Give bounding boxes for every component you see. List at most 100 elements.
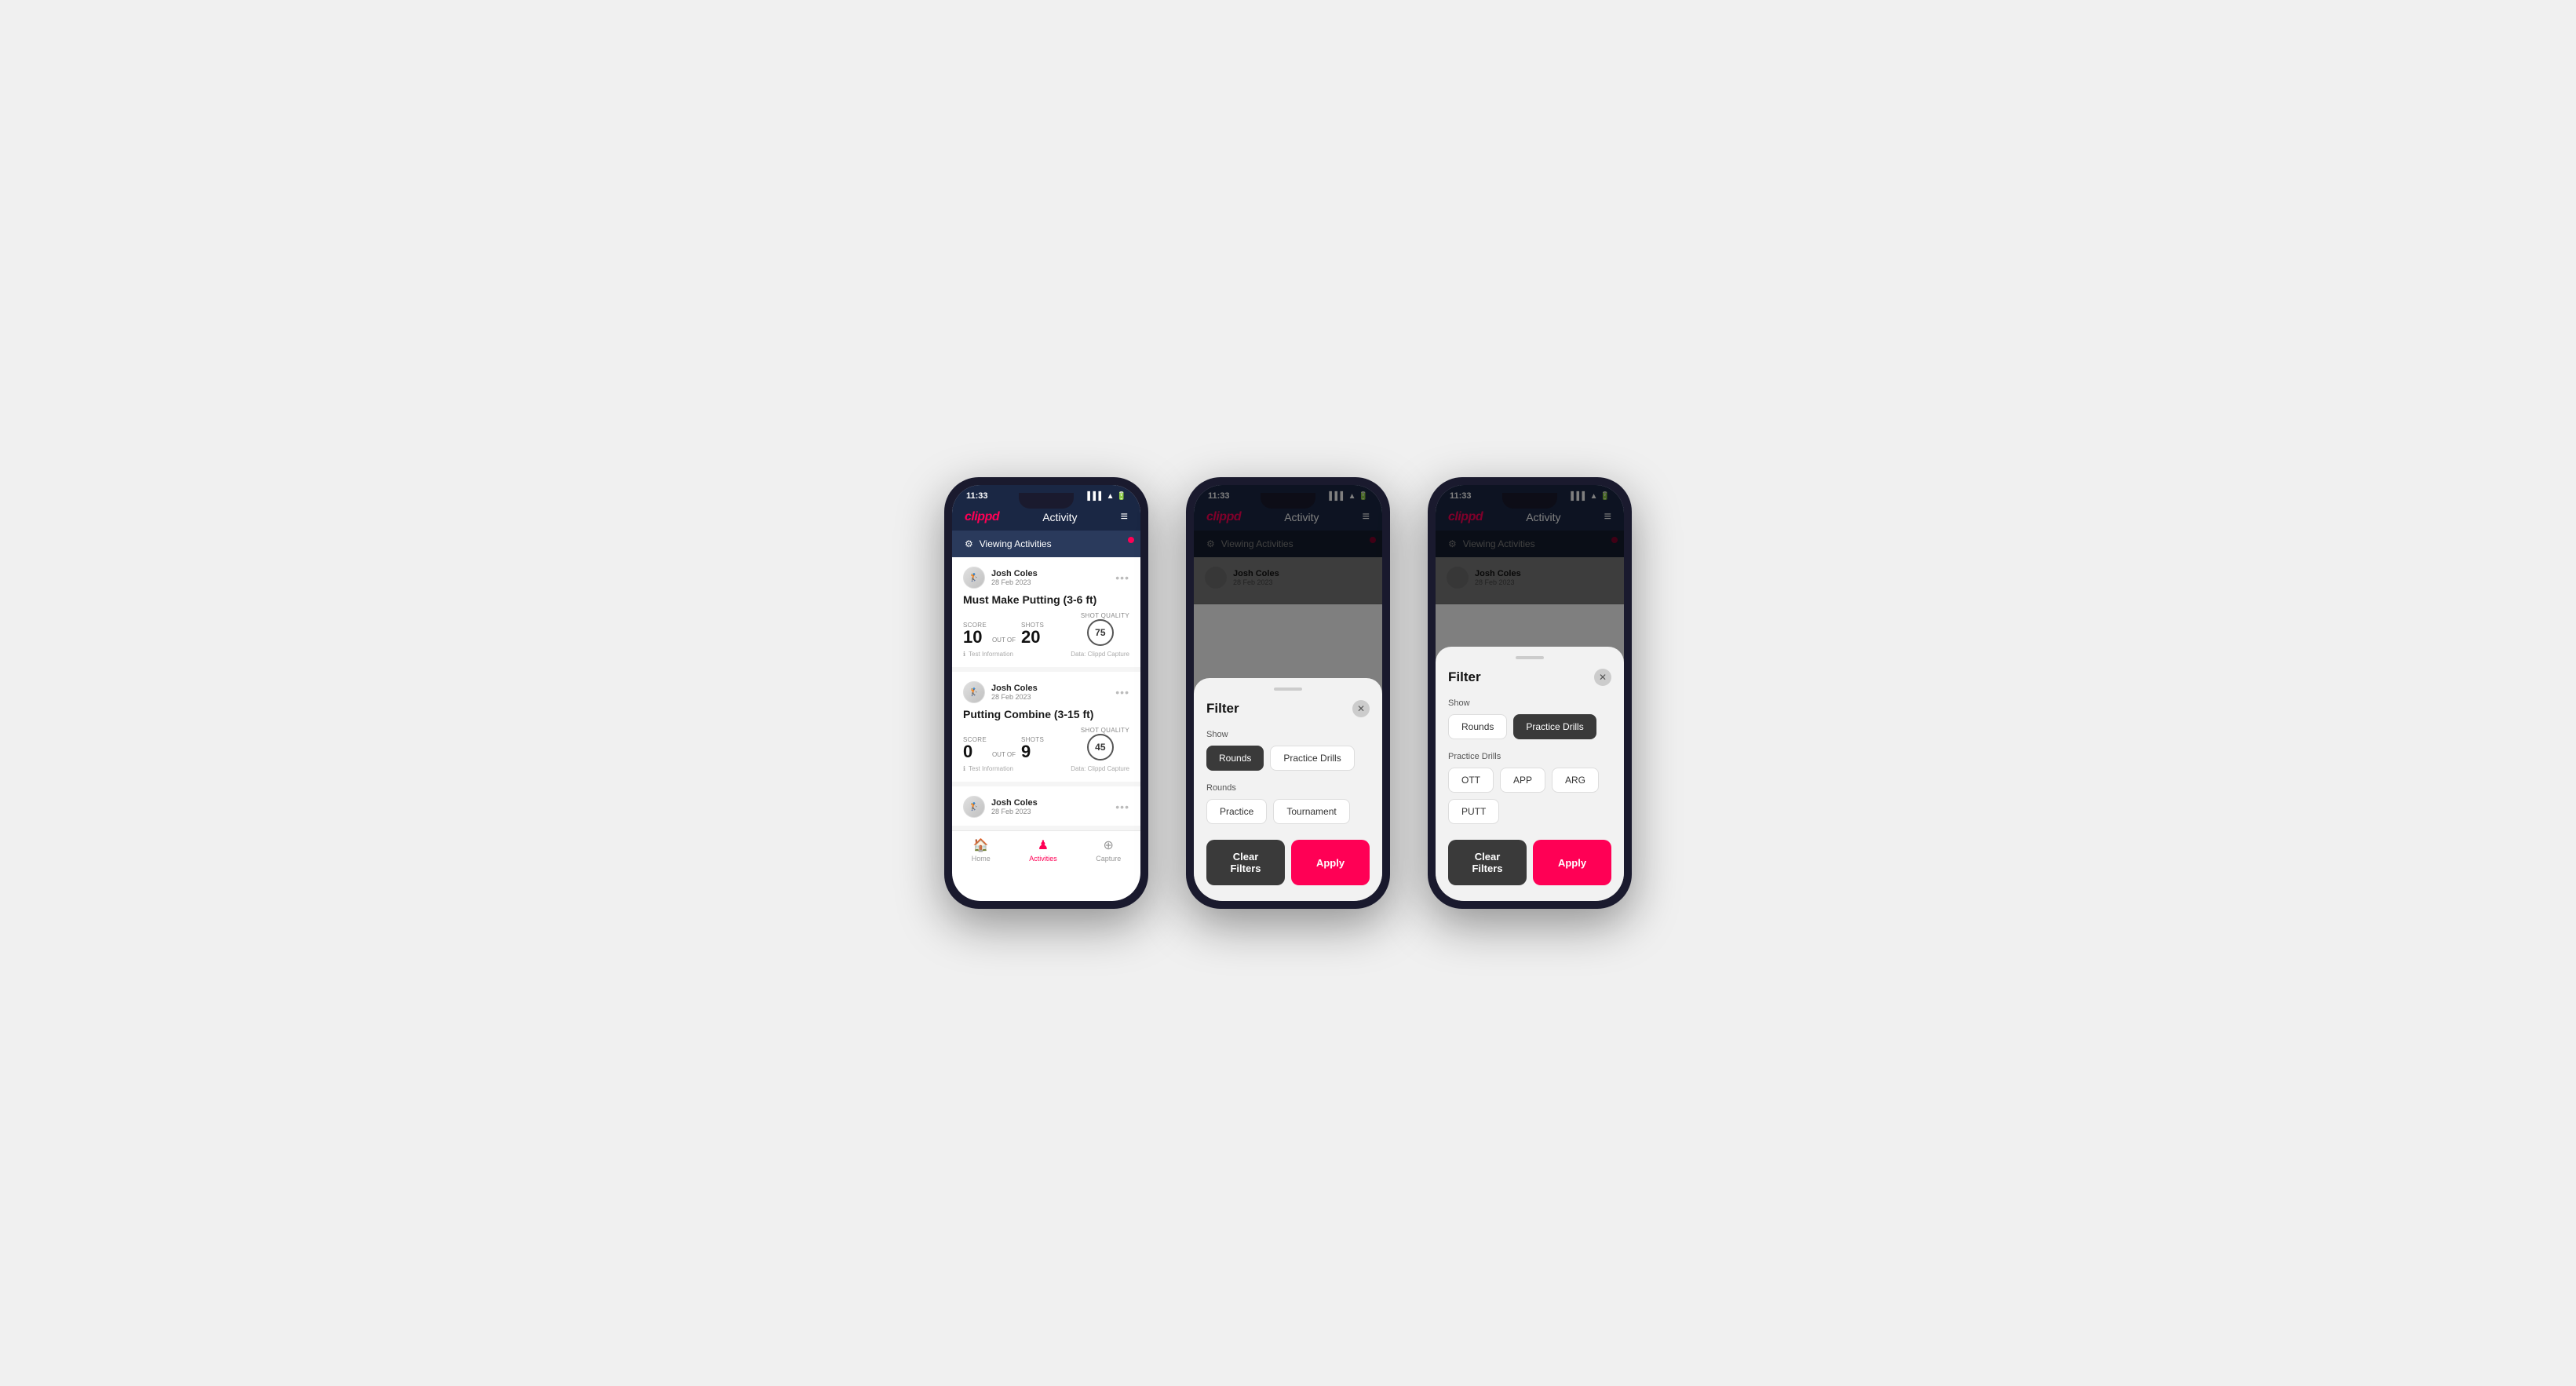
card-header-2: 🏌️ Josh Coles 28 Feb 2023 ••• <box>963 681 1129 703</box>
data-source-2: Data: Clippd Capture <box>1071 765 1129 772</box>
dots-menu-2[interactable]: ••• <box>1115 686 1129 698</box>
out-of-1: OUT OF <box>992 636 1016 644</box>
tab-home-label-1: Home <box>972 855 991 863</box>
user-date-3: 28 Feb 2023 <box>991 808 1038 815</box>
filter-overlay-3: Filter ✕ Show Rounds Practice Drills Pra… <box>1436 485 1624 901</box>
user-name-1: Josh Coles <box>991 569 1038 578</box>
card-footer-1: ℹ Test Information Data: Clippd Capture <box>963 651 1129 658</box>
phone-3-screen: 11:33 ▌▌▌ ▲ 🔋 clippd Activity ≡ ⚙ Viewin… <box>1436 485 1624 901</box>
user-text-1: Josh Coles 28 Feb 2023 <box>991 569 1038 586</box>
tab-bar-1: 🏠 Home ♟ Activities ⊕ Capture <box>952 830 1140 872</box>
score-value-1: 10 <box>963 629 987 646</box>
shots-block-1: Shots 20 <box>1021 622 1044 646</box>
shot-quality-label-1: Shot Quality <box>1081 612 1129 619</box>
drills-options-3: OTT APP ARG PUTT <box>1448 768 1611 824</box>
sheet-header-2: Filter ✕ <box>1206 700 1370 717</box>
nav-title-1: Activity <box>1042 511 1077 523</box>
user-text-2: Josh Coles 28 Feb 2023 <box>991 684 1038 701</box>
shots-value-2: 9 <box>1021 743 1044 760</box>
phone-1: 11:33 ▌▌▌ ▲ 🔋 clippd Activity ≡ ⚙ Viewin… <box>944 477 1148 909</box>
tab-activities-1[interactable]: ♟ Activities <box>1029 837 1057 863</box>
tab-activities-label-1: Activities <box>1029 855 1057 863</box>
avatar-flag-1: 🏌️ <box>969 574 979 582</box>
show-options-2: Rounds Practice Drills <box>1206 746 1370 771</box>
notch-1 <box>1019 493 1074 509</box>
dots-menu-1[interactable]: ••• <box>1115 571 1129 584</box>
close-button-3[interactable]: ✕ <box>1594 669 1611 686</box>
tab-home-1[interactable]: 🏠 Home <box>972 837 991 863</box>
battery-icon: 🔋 <box>1117 492 1126 501</box>
close-button-2[interactable]: ✕ <box>1352 700 1370 717</box>
avatar-flag-3: 🏌️ <box>969 803 979 812</box>
shot-quality-block-2: Shot Quality 45 <box>1081 727 1129 760</box>
filter-title-3: Filter <box>1448 669 1481 685</box>
avatar-3: 🏌️ <box>963 796 985 818</box>
practice-round-btn-2[interactable]: Practice <box>1206 799 1267 824</box>
card-footer-left-2: ℹ Test Information <box>963 765 1013 772</box>
score-block-2: Score 0 <box>963 736 987 760</box>
ott-btn-3[interactable]: OTT <box>1448 768 1494 793</box>
practice-drills-btn-3[interactable]: Practice Drills <box>1513 714 1596 739</box>
activity-card-1[interactable]: 🏌️ Josh Coles 28 Feb 2023 ••• Must Make … <box>952 557 1140 667</box>
info-text-2: Test Information <box>969 765 1013 772</box>
status-bar-1: 11:33 ▌▌▌ ▲ 🔋 <box>952 485 1140 504</box>
signal-icon: ▌▌▌ <box>1087 492 1104 501</box>
user-info-3: 🏌️ Josh Coles 28 Feb 2023 <box>963 796 1038 818</box>
sheet-handle-2 <box>1274 688 1302 691</box>
tab-capture-1[interactable]: ⊕ Capture <box>1096 837 1121 863</box>
info-text-1: Test Information <box>969 651 1013 658</box>
card-header-1: 🏌️ Josh Coles 28 Feb 2023 ••• <box>963 567 1129 589</box>
clear-filters-btn-2[interactable]: Clear Filters <box>1206 840 1285 885</box>
viewing-label-1: Viewing Activities <box>980 538 1052 549</box>
user-name-2: Josh Coles <box>991 684 1038 693</box>
shots-value-1: 20 <box>1021 629 1044 646</box>
shot-quality-block-1: Shot Quality 75 <box>1081 612 1129 646</box>
tournament-btn-2[interactable]: Tournament <box>1273 799 1349 824</box>
activity-title-2: Putting Combine (3-15 ft) <box>963 708 1129 720</box>
user-text-3: Josh Coles 28 Feb 2023 <box>991 798 1038 815</box>
viewing-banner-1[interactable]: ⚙ Viewing Activities <box>952 531 1140 557</box>
show-options-3: Rounds Practice Drills <box>1448 714 1611 739</box>
stats-row-1: Score 10 OUT OF Shots 20 Shot Quality 75 <box>963 612 1129 646</box>
activities-icon-1: ♟ <box>1038 837 1049 853</box>
shots-block-2: Shots 9 <box>1021 736 1044 760</box>
wifi-icon: ▲ <box>1107 492 1115 501</box>
user-name-3: Josh Coles <box>991 798 1038 808</box>
apply-btn-2[interactable]: Apply <box>1291 840 1370 885</box>
putt-btn-3[interactable]: PUTT <box>1448 799 1499 824</box>
avatar-2: 🏌️ <box>963 681 985 703</box>
data-source-1: Data: Clippd Capture <box>1071 651 1129 658</box>
activity-card-3[interactable]: 🏌️ Josh Coles 28 Feb 2023 ••• <box>952 786 1140 826</box>
card-header-3: 🏌️ Josh Coles 28 Feb 2023 ••• <box>963 796 1129 818</box>
apply-btn-3[interactable]: Apply <box>1533 840 1611 885</box>
rounds-btn-2[interactable]: Rounds <box>1206 746 1264 771</box>
filter-icon-1: ⚙ <box>965 538 973 549</box>
app-btn-3[interactable]: APP <box>1500 768 1545 793</box>
drills-label-3: Practice Drills <box>1448 752 1611 761</box>
activity-card-2[interactable]: 🏌️ Josh Coles 28 Feb 2023 ••• Putting Co… <box>952 672 1140 782</box>
status-time-1: 11:33 <box>966 491 988 501</box>
phone-1-screen: 11:33 ▌▌▌ ▲ 🔋 clippd Activity ≡ ⚙ Viewin… <box>952 485 1140 901</box>
stats-row-2: Score 0 OUT OF Shots 9 Shot Quality 45 <box>963 727 1129 760</box>
clear-filters-btn-3[interactable]: Clear Filters <box>1448 840 1527 885</box>
tab-capture-label-1: Capture <box>1096 855 1121 863</box>
score-value-2: 0 <box>963 743 987 760</box>
arg-btn-3[interactable]: ARG <box>1552 768 1599 793</box>
user-date-1: 28 Feb 2023 <box>991 578 1038 586</box>
rounds-btn-3[interactable]: Rounds <box>1448 714 1507 739</box>
scene: 11:33 ▌▌▌ ▲ 🔋 clippd Activity ≡ ⚙ Viewin… <box>897 430 1679 956</box>
filter-sheet-2: Filter ✕ Show Rounds Practice Drills Rou… <box>1194 678 1382 901</box>
show-label-2: Show <box>1206 730 1370 739</box>
sheet-footer-2: Clear Filters Apply <box>1206 840 1370 885</box>
status-icons-1: ▌▌▌ ▲ 🔋 <box>1087 492 1126 501</box>
info-icon-2: ℹ <box>963 765 965 772</box>
sheet-handle-3 <box>1516 656 1544 659</box>
practice-drills-btn-2[interactable]: Practice Drills <box>1270 746 1354 771</box>
banner-dot-1 <box>1128 537 1134 543</box>
menu-icon-1[interactable]: ≡ <box>1121 511 1128 523</box>
activity-title-1: Must Make Putting (3-6 ft) <box>963 593 1129 606</box>
info-icon-1: ℹ <box>963 651 965 658</box>
dots-menu-3[interactable]: ••• <box>1115 801 1129 813</box>
sheet-header-3: Filter ✕ <box>1448 669 1611 686</box>
phone-3: 11:33 ▌▌▌ ▲ 🔋 clippd Activity ≡ ⚙ Viewin… <box>1428 477 1632 909</box>
